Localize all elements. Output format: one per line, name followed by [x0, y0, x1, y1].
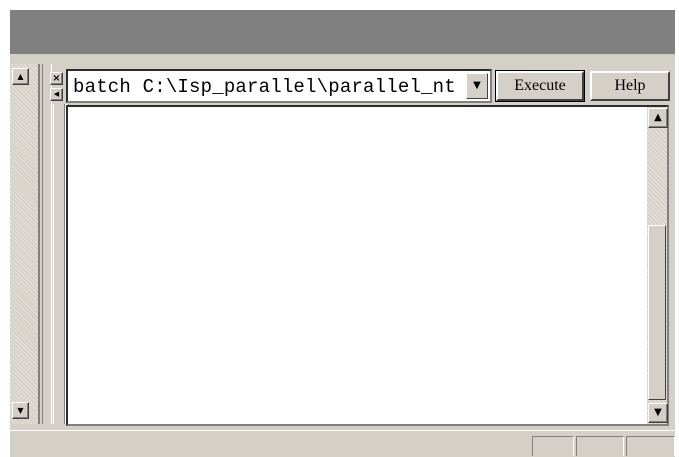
- title-bar: [10, 10, 675, 54]
- close-icon[interactable]: ×: [50, 72, 63, 85]
- dock-grip[interactable]: [53, 104, 65, 424]
- left-panel-scroll-down-button[interactable]: ▼: [12, 402, 29, 419]
- command-combobox[interactable]: batch C:\Isp_parallel\parallel_nt ▼: [66, 69, 492, 103]
- status-panel-2: [576, 436, 624, 456]
- output-vertical-scrollbar[interactable]: ▲ ▼: [647, 107, 668, 424]
- scrollbar-thumb[interactable]: [648, 225, 666, 400]
- command-input[interactable]: batch C:\Isp_parallel\parallel_nt: [73, 76, 456, 98]
- execute-button[interactable]: Execute: [495, 70, 585, 102]
- status-panel-1: [532, 436, 574, 456]
- arrow-up-icon[interactable]: ▲: [648, 108, 668, 128]
- left-panel-scroll-up-button[interactable]: ▲: [12, 68, 29, 85]
- status-panel-3: [626, 436, 675, 456]
- output-text-area[interactable]: ▲ ▼: [66, 105, 669, 426]
- chevron-down-icon[interactable]: ▼: [466, 73, 488, 99]
- panel-splitter[interactable]: [42, 64, 52, 424]
- arrow-left-icon[interactable]: ◀: [50, 88, 63, 101]
- left-panel: [10, 64, 40, 424]
- arrow-down-icon[interactable]: ▼: [648, 403, 668, 423]
- help-button[interactable]: Help: [590, 71, 670, 101]
